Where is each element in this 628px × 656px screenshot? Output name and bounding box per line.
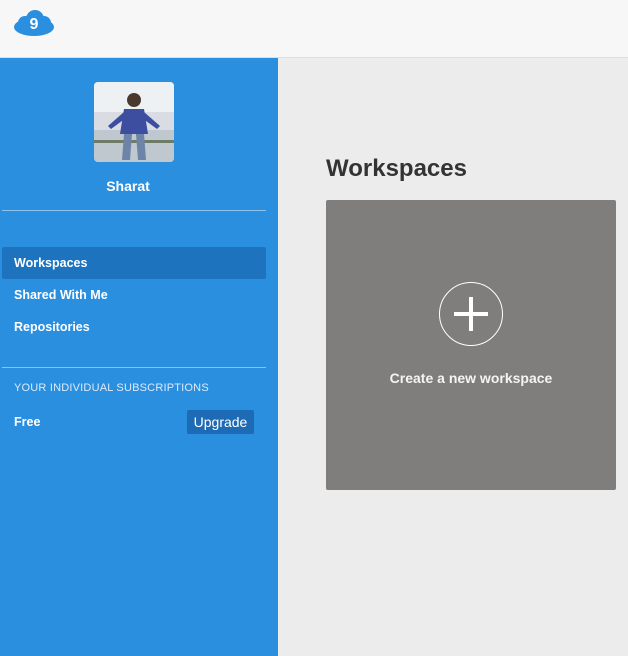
sidebar-item-workspaces[interactable]: Workspaces [2,247,266,279]
divider [2,367,266,368]
top-bar: 9 [0,0,628,58]
user-name: Sharat [106,178,150,194]
sidebar: Sharat Workspaces Shared With Me Reposit… [0,58,278,656]
plus-icon [439,282,503,346]
plan-name: Free [14,415,41,429]
sidebar-item-shared-with-me[interactable]: Shared With Me [2,279,266,311]
subscriptions-heading: YOUR INDIVIDUAL SUBSCRIPTIONS [14,382,209,394]
logo-number: 9 [30,16,39,33]
divider [2,210,266,211]
avatar[interactable] [94,82,174,162]
avatar-photo-icon [94,82,174,162]
cloud9-logo-icon[interactable]: 9 [13,9,55,37]
sidebar-item-repositories[interactable]: Repositories [2,311,266,343]
sidebar-nav: Workspaces Shared With Me Repositories [2,247,266,343]
create-workspace-label: Create a new workspace [389,370,553,386]
create-workspace-card[interactable]: Create a new workspace [326,200,616,490]
upgrade-button[interactable]: Upgrade [187,410,254,434]
page-title: Workspaces [326,155,467,182]
